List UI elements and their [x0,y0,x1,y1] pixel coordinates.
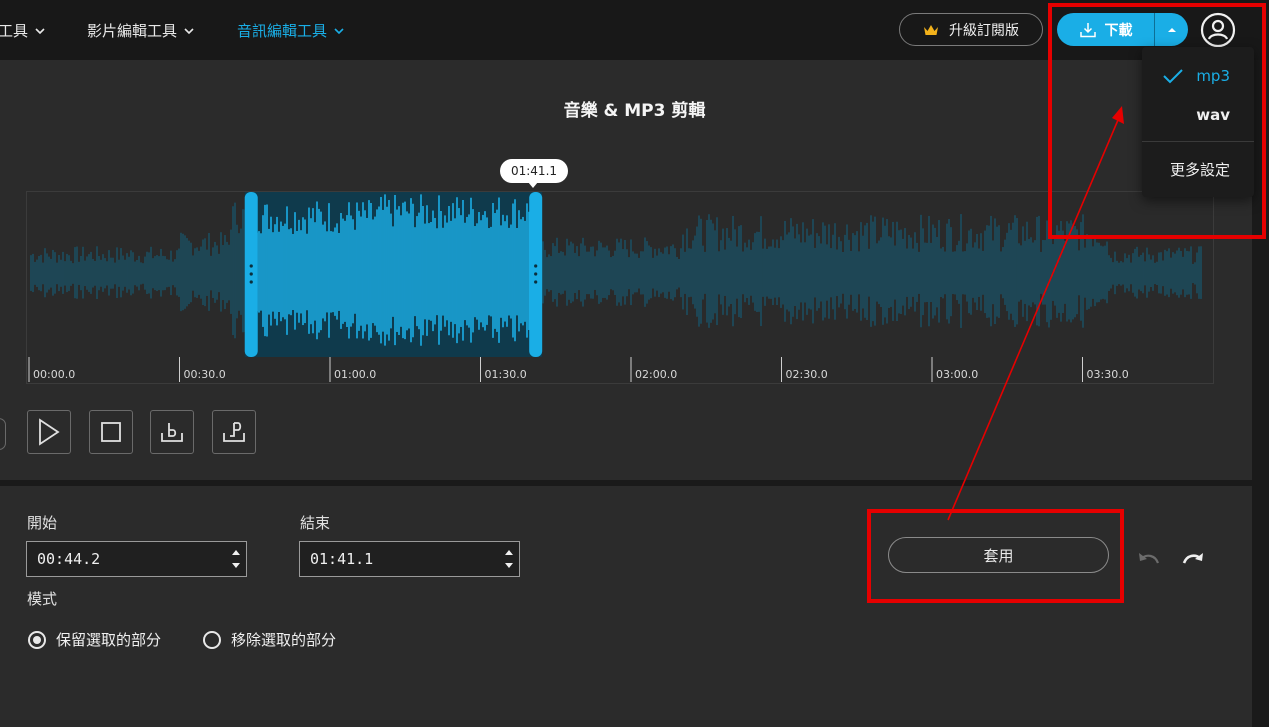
timeline-tick-label: 02:30.0 [785,368,828,381]
mode-remove-label: 移除選取的部分 [231,631,337,649]
undo-icon[interactable] [1136,548,1162,568]
mode-remove-selection[interactable]: 移除選取的部分 [203,629,336,650]
end-time-input[interactable] [299,541,520,577]
grip-dot-icon [249,264,253,268]
waveform-bars [30,194,1202,346]
upgrade-button[interactable]: 升級訂閱版 [899,13,1043,46]
nav-item-label: 影片編輯工具 [87,22,178,40]
play-icon [39,418,60,446]
end-time-stepper[interactable] [504,546,514,572]
grip-dot-icon [249,272,253,276]
crown-icon [924,24,938,35]
set-end-icon [223,422,245,442]
stop-icon [101,422,121,442]
start-time-input[interactable] [26,541,247,577]
set-start-button[interactable] [150,410,194,454]
end-label: 結束 [300,514,331,532]
nav-item-audio-tools[interactable]: 音訊編輯工具 [237,20,345,41]
timeline-tick-label: 01:00.0 [334,368,377,381]
mode-label: 模式 [27,590,58,608]
nav-item-label: 工具 [0,22,29,40]
redo-icon[interactable] [1180,548,1206,568]
timeline-tick-label: 03:30.0 [1086,368,1129,381]
side-scroll-knob[interactable] [0,418,6,450]
radio-unselected-icon[interactable] [203,630,221,649]
annotation-highlight-apply [867,509,1124,603]
nav-item-video-tools[interactable]: 影片編輯工具 [87,20,195,41]
chevron-down-icon [35,27,45,34]
timeline-tick-label: 02:00.0 [635,368,678,381]
nav-item-label: 音訊編輯工具 [237,22,328,40]
grip-dot-icon [534,272,538,276]
stop-button[interactable] [89,410,133,454]
radio-selected-icon[interactable] [28,630,46,649]
bubble-tail [528,182,538,188]
current-time-bubble: 01:41.1 [500,159,568,183]
grip-dot-icon [534,264,538,268]
nav-item-tools[interactable]: 工具 [0,20,46,41]
waveform-area[interactable] [26,191,1214,384]
chevron-down-icon [184,27,194,34]
timeline-tick-label: 00:00.0 [33,368,76,381]
chevron-down-icon [334,27,344,34]
set-start-icon [161,423,183,442]
waveform [28,192,1202,382]
timeline-tick-label: 00:30.0 [183,368,226,381]
timeline-tick-label: 03:00.0 [936,368,979,381]
grip-dot-icon [249,280,253,284]
set-end-button[interactable] [212,410,256,454]
mode-keep-label: 保留選取的部分 [56,631,162,649]
grip-dot-icon [534,280,538,284]
mode-keep-selection[interactable]: 保留選取的部分 [28,629,161,650]
play-button[interactable] [27,410,71,454]
start-label: 開始 [27,514,58,532]
annotation-highlight-download [1048,3,1266,239]
upgrade-label: 升級訂閱版 [949,22,1019,39]
timeline-tick-label: 01:30.0 [484,368,527,381]
start-time-stepper[interactable] [231,546,241,572]
